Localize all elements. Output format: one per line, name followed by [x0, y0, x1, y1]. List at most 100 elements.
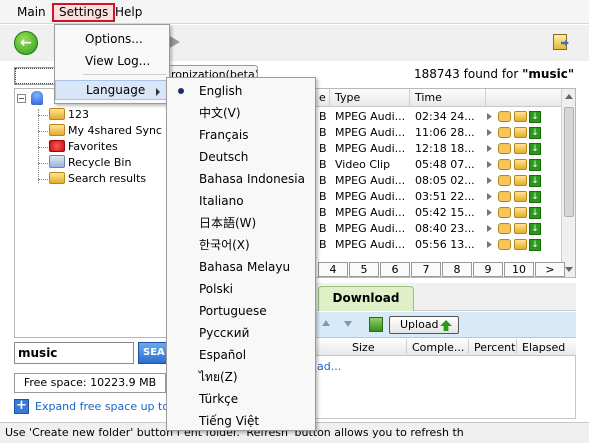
menu-main[interactable]: Main — [12, 3, 51, 22]
download-arrow-icon[interactable]: ↓ — [529, 111, 541, 123]
collapse-icon[interactable]: − — [17, 94, 26, 103]
page-button[interactable]: 9 — [473, 262, 503, 277]
download-arrow-icon[interactable]: ↓ — [529, 239, 541, 251]
menu-item-view-log[interactable]: View Log... — [55, 51, 169, 71]
column-dl-percent[interactable]: Percent — [474, 341, 515, 354]
play-icon[interactable] — [487, 193, 492, 200]
account-root-icon[interactable] — [31, 91, 43, 105]
download-arrow-icon[interactable]: ↓ — [529, 223, 541, 235]
row-time: 05:56 13... — [415, 238, 475, 251]
save-to-folder-icon[interactable] — [514, 111, 527, 122]
language-label: Bahasa Indonesia — [199, 172, 305, 186]
column-dl-complete[interactable]: Comple... — [412, 341, 464, 354]
save-to-folder-icon[interactable] — [514, 175, 527, 186]
download-arrow-icon[interactable]: ↓ — [529, 191, 541, 203]
tree-item-123[interactable]: 123 — [49, 107, 89, 123]
language-option[interactable]: Tiếng Việt — [167, 410, 315, 432]
language-option[interactable]: English — [167, 80, 315, 102]
page-button[interactable]: 6 — [380, 262, 410, 277]
search-input[interactable]: music — [14, 342, 134, 364]
language-option[interactable]: Polski — [167, 278, 315, 300]
save-to-folder-icon[interactable] — [514, 239, 527, 250]
save-to-folder-icon[interactable] — [514, 143, 527, 154]
scroll-thumb[interactable] — [564, 107, 574, 217]
download-arrow-icon[interactable]: ↓ — [529, 159, 541, 171]
language-option[interactable]: 中文(V) — [167, 102, 315, 124]
language-option[interactable]: ไทย(Z) — [167, 366, 315, 388]
tree-line — [38, 109, 39, 183]
play-icon[interactable] — [487, 145, 492, 152]
save-to-folder-icon[interactable] — [514, 159, 527, 170]
expand-space-link[interactable]: + Expand free space up to 1 — [14, 398, 166, 416]
language-option[interactable]: Italiano — [167, 190, 315, 212]
language-option[interactable]: 日本語(W) — [167, 212, 315, 234]
row-time: 11:06 28... — [415, 126, 475, 139]
page-button[interactable]: 5 — [349, 262, 379, 277]
language-option[interactable]: 한국어(X) — [167, 234, 315, 256]
language-label: 日本語(W) — [199, 216, 257, 230]
column-dl-size[interactable]: Size — [352, 341, 375, 354]
play-icon[interactable] — [487, 209, 492, 216]
back-arrow-icon[interactable]: ← — [14, 31, 38, 55]
column-type[interactable]: Type — [335, 91, 360, 104]
column-size[interactable]: e — [319, 91, 326, 104]
menu-item-options[interactable]: Options... — [55, 29, 169, 49]
menu-settings[interactable]: Settings — [52, 3, 116, 22]
language-option[interactable]: Deutsch — [167, 146, 315, 168]
tree-item-recycle-bin[interactable]: Recycle Bin — [49, 155, 131, 171]
tree-item-search-results[interactable]: Search results — [49, 171, 146, 187]
language-option[interactable]: Español — [167, 344, 315, 366]
language-option[interactable]: Français — [167, 124, 315, 146]
comment-icon[interactable] — [498, 159, 511, 170]
language-option[interactable]: Türkçe — [167, 388, 315, 410]
move-down-icon[interactable] — [344, 321, 352, 327]
exit-icon[interactable] — [553, 34, 567, 50]
play-icon[interactable] — [487, 241, 492, 248]
loading-link[interactable]: ad... — [317, 360, 341, 373]
tree-item-sync[interactable]: My 4shared Sync — [49, 123, 162, 139]
upload-file-icon[interactable] — [369, 317, 383, 332]
page-button[interactable]: 4 — [318, 262, 348, 277]
download-arrow-icon[interactable]: ↓ — [529, 127, 541, 139]
upload-button[interactable]: Upload — [389, 316, 459, 334]
page-button[interactable]: 7 — [411, 262, 441, 277]
comment-icon[interactable] — [498, 239, 511, 250]
column-dl-elapsed[interactable]: Elapsed — [522, 341, 565, 354]
save-to-folder-icon[interactable] — [514, 191, 527, 202]
download-arrow-icon[interactable]: ↓ — [529, 175, 541, 187]
play-icon[interactable] — [487, 129, 492, 136]
play-icon[interactable] — [487, 161, 492, 168]
comment-icon[interactable] — [498, 143, 511, 154]
comment-icon[interactable] — [498, 191, 511, 202]
play-icon[interactable] — [487, 113, 492, 120]
comment-icon[interactable] — [498, 127, 511, 138]
menu-item-language[interactable]: Language — [55, 80, 169, 100]
language-option[interactable]: Bahasa Melayu — [167, 256, 315, 278]
download-arrow-icon[interactable]: ↓ — [529, 143, 541, 155]
tab-download[interactable]: Download — [318, 286, 414, 311]
play-icon[interactable] — [487, 177, 492, 184]
save-to-folder-icon[interactable] — [514, 127, 527, 138]
search-button[interactable]: SEA — [138, 342, 168, 364]
comment-icon[interactable] — [498, 111, 511, 122]
language-option[interactable]: Bahasa Indonesia — [167, 168, 315, 190]
comment-icon[interactable] — [498, 207, 511, 218]
row-size: B — [319, 190, 327, 203]
download-arrow-icon[interactable]: ↓ — [529, 207, 541, 219]
language-option[interactable]: Portuguese — [167, 300, 315, 322]
comment-icon[interactable] — [498, 175, 511, 186]
tree-item-favorites[interactable]: Favorites — [49, 139, 118, 155]
language-option[interactable]: Русский — [167, 322, 315, 344]
page-button[interactable]: > — [535, 262, 565, 277]
page-button[interactable]: 8 — [442, 262, 472, 277]
menu-help[interactable]: Help — [110, 3, 147, 22]
column-time[interactable]: Time — [415, 91, 442, 104]
play-icon[interactable] — [487, 225, 492, 232]
page-button[interactable]: 10 — [504, 262, 534, 277]
results-scrollbar[interactable] — [561, 89, 575, 277]
save-to-folder-icon[interactable] — [514, 223, 527, 234]
save-to-folder-icon[interactable] — [514, 207, 527, 218]
scroll-up-icon[interactable] — [565, 94, 573, 99]
move-up-icon[interactable] — [322, 320, 330, 326]
comment-icon[interactable] — [498, 223, 511, 234]
